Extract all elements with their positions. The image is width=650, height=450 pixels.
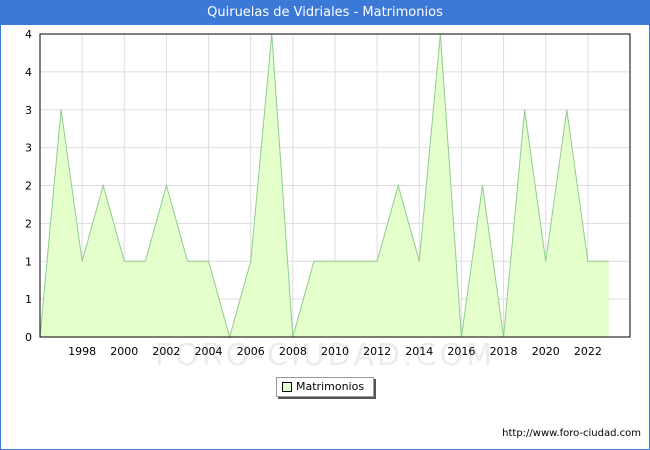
legend: Matrimonios — [276, 377, 374, 397]
y-tick-label: 3 — [25, 104, 32, 117]
x-tick-label: 2022 — [574, 345, 602, 358]
x-tick-label: 2000 — [110, 345, 138, 358]
y-tick-label: 4 — [25, 66, 32, 79]
y-tick-label: 1 — [25, 293, 32, 306]
y-tick-label: 2 — [25, 180, 32, 193]
y-tick-label: 3 — [25, 142, 32, 155]
x-tick-label: 2006 — [237, 345, 265, 358]
x-tick-label: 2008 — [279, 345, 307, 358]
x-tick-label: 2002 — [152, 345, 180, 358]
y-tick-label: 4 — [25, 28, 32, 41]
x-tick-label: 1998 — [68, 345, 96, 358]
x-tick-label: 2004 — [195, 345, 223, 358]
footer-url: http://www.foro-ciudad.com — [502, 428, 641, 439]
x-tick-label: 2014 — [405, 345, 433, 358]
y-tick-label: 0 — [25, 331, 32, 344]
x-tick-label: 2018 — [490, 345, 518, 358]
y-tick-label: 2 — [25, 217, 32, 230]
x-tick-label: 2012 — [363, 345, 391, 358]
x-tick-label: 2010 — [321, 345, 349, 358]
legend-label: Matrimonios — [296, 380, 365, 393]
x-tick-label: 2016 — [447, 345, 475, 358]
y-tick-label: 1 — [25, 255, 32, 268]
legend-swatch — [282, 382, 292, 392]
x-tick-label: 2020 — [532, 345, 560, 358]
